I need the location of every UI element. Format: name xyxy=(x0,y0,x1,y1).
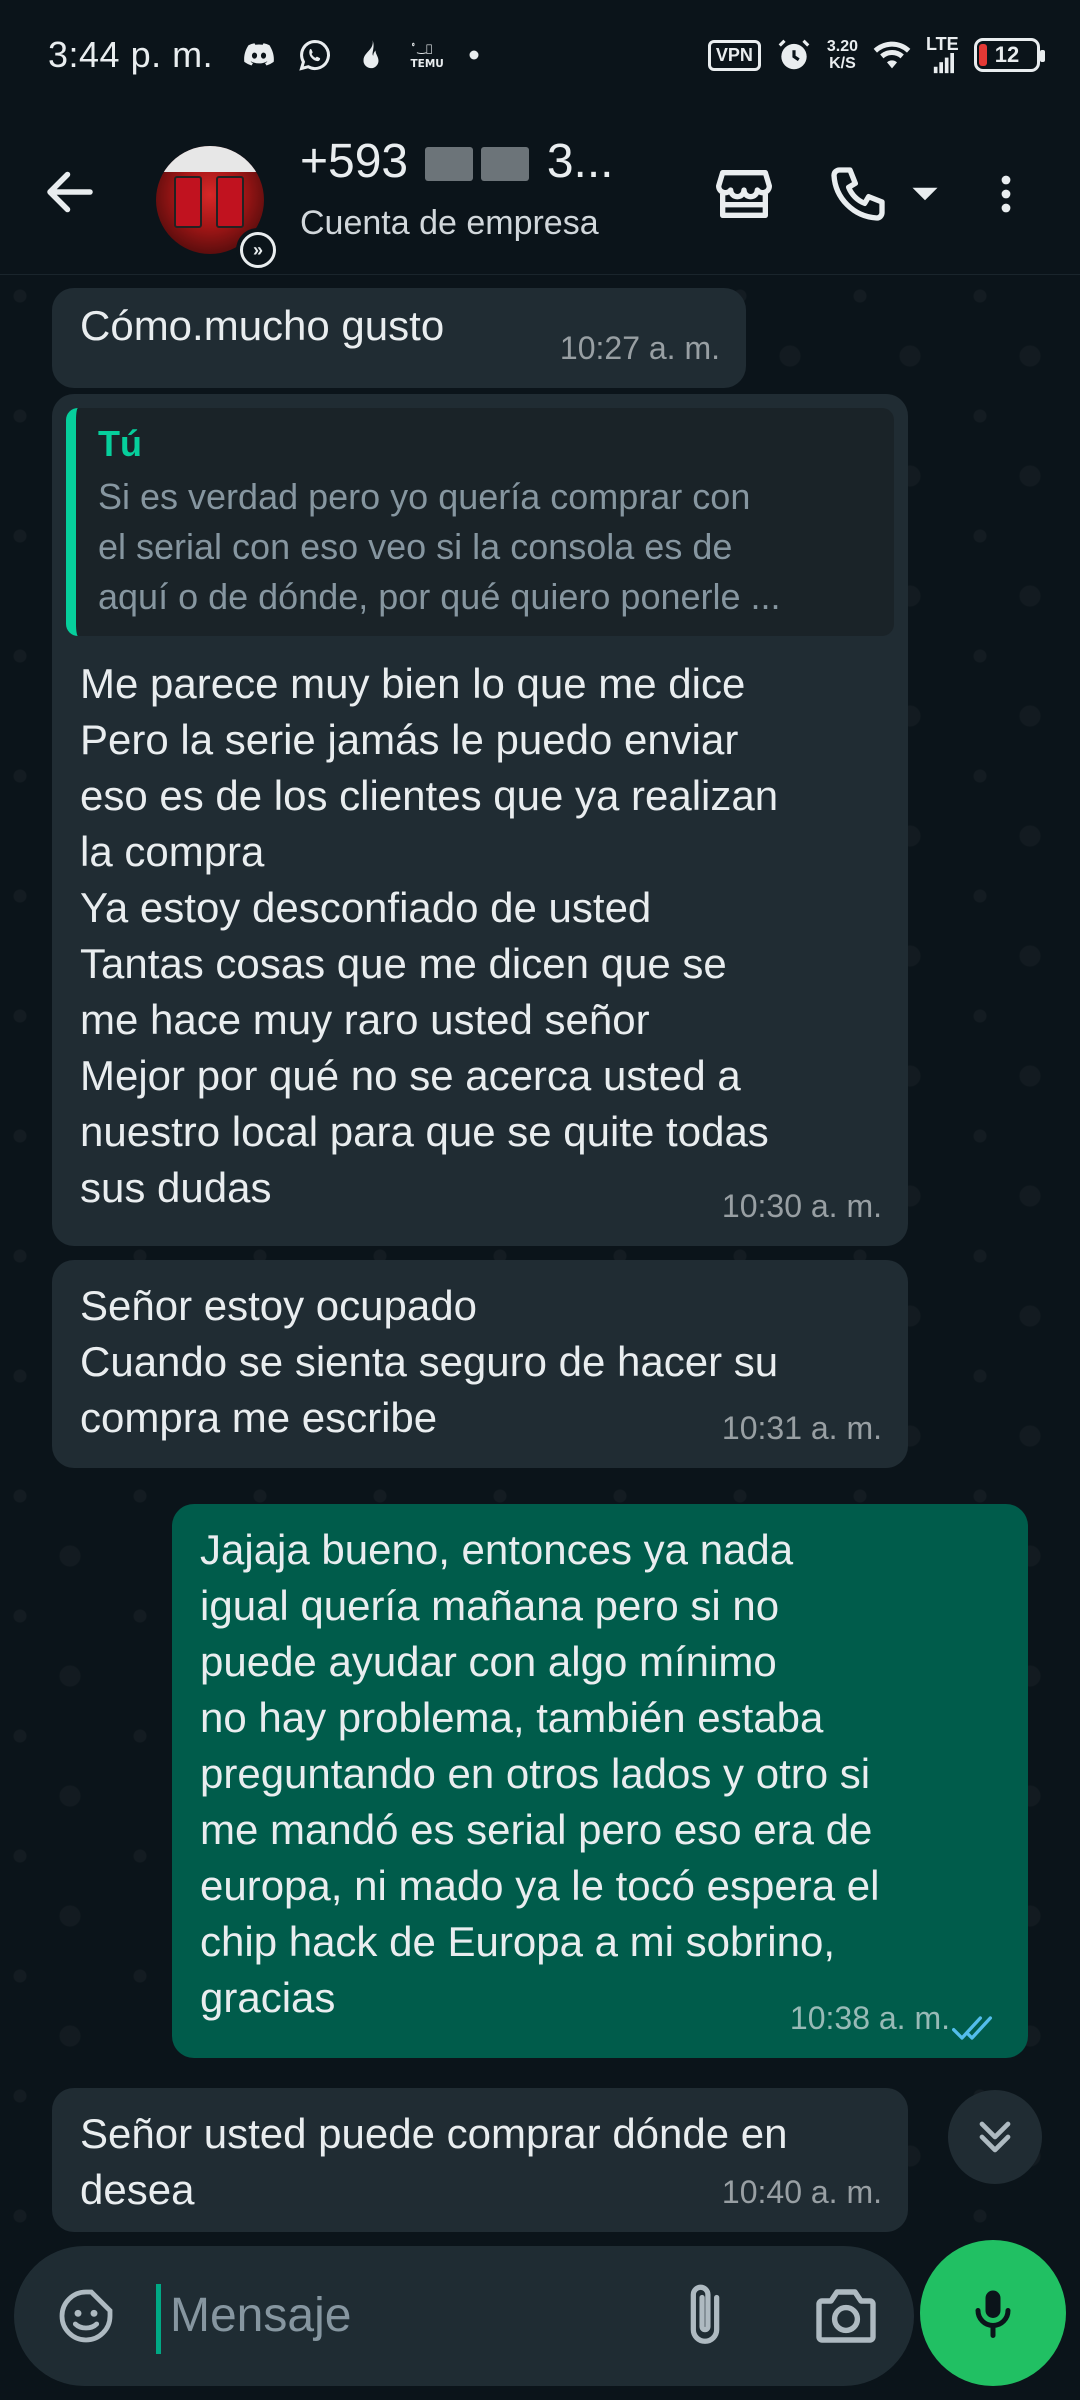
system-icons: VPN 3.20 K/S LTE 12 xyxy=(707,0,1045,110)
battery-level: 12 xyxy=(994,42,1020,67)
message-bubble-incoming[interactable]: Señor estoy ocupado Cuando se sienta seg… xyxy=(52,1260,908,1468)
vpn-badge: VPN xyxy=(707,39,761,71)
message-time: 10:27 a. m. xyxy=(559,330,720,366)
message-composer[interactable]: Mensaje xyxy=(14,2246,914,2386)
quoted-reply[interactable]: Tú Si es verdad pero yo quería comprar c… xyxy=(66,408,894,636)
voice-record-button[interactable] xyxy=(920,2240,1066,2386)
svg-text:TEMU: TEMU xyxy=(411,58,444,70)
message-time: 10:38 a. m. xyxy=(789,2000,950,2036)
wifi-icon xyxy=(873,41,911,69)
sticker-emoji-icon[interactable] xyxy=(54,2284,118,2348)
battery-indicator: 12 xyxy=(974,38,1045,72)
double-chevron-down-icon xyxy=(979,2121,1011,2153)
flame-icon xyxy=(363,40,379,69)
signal-icon xyxy=(933,53,954,74)
call-dropdown-icon[interactable] xyxy=(900,162,950,226)
quoted-line: aquí o de dónde, por qué quiero ponerle … xyxy=(98,576,781,617)
message-text: Me parece muy bien lo que me dice Pero l… xyxy=(80,660,779,1211)
contact-name-suffix: 3... xyxy=(546,135,614,188)
message-list[interactable]: Cómo.mucho gusto 10:27 a. m. Tú Si es ve… xyxy=(0,276,1080,2240)
quoted-text: Si es verdad pero yo quería comprar con … xyxy=(98,472,872,622)
svg-text:ﾟ‿ﾟ: ﾟ‿ﾟ xyxy=(412,42,432,55)
alarm-icon xyxy=(778,39,810,70)
business-badge-icon: » xyxy=(236,228,280,272)
message-time: 10:40 a. m. xyxy=(721,2174,882,2210)
network-speed: 3.20 K/S xyxy=(827,38,858,72)
redacted-block xyxy=(481,147,530,182)
microphone-icon xyxy=(975,2290,1011,2338)
network-speed-unit: K/S xyxy=(829,55,856,72)
whatsapp-icon xyxy=(299,39,331,71)
message-bubble-incoming[interactable]: Tú Si es verdad pero yo quería comprar c… xyxy=(52,394,908,1246)
phone-icon[interactable] xyxy=(826,162,890,226)
status-bar: 3:44 p. m. ﾟ‿ﾟ TEMU VPN 3.20 K/S LTE 12 xyxy=(0,0,1080,110)
message-text: Jajaja bueno, entonces ya nada igual que… xyxy=(200,1526,880,2021)
temu-icon: ﾟ‿ﾟ TEMU xyxy=(411,42,444,70)
more-options-icon[interactable] xyxy=(982,162,1030,226)
store-icon[interactable] xyxy=(712,162,776,226)
contact-subtitle: Cuenta de empresa xyxy=(300,204,599,242)
message-time: 10:30 a. m. xyxy=(721,1188,882,1224)
dot-icon xyxy=(469,50,479,60)
text-cursor xyxy=(156,2284,161,2354)
camera-icon[interactable] xyxy=(810,2280,882,2352)
contact-name-prefix: +593 xyxy=(300,135,409,188)
back-arrow-icon[interactable] xyxy=(40,162,100,222)
quoted-line: Si es verdad pero yo quería comprar con xyxy=(98,476,751,517)
read-receipt-icon xyxy=(952,2016,992,2040)
message-input[interactable]: Mensaje xyxy=(170,2288,351,2343)
redacted-block xyxy=(425,147,474,182)
quoted-author: Tú xyxy=(98,423,142,464)
network-type: LTE xyxy=(926,34,959,54)
message-time: 10:31 a. m. xyxy=(721,1410,882,1446)
message-bubble-incoming[interactable]: Cómo.mucho gusto 10:27 a. m. xyxy=(52,288,746,388)
message-bubble-incoming[interactable]: Señor usted puede comprar dónde en desea… xyxy=(52,2088,908,2232)
scroll-to-bottom-button[interactable] xyxy=(948,2090,1042,2184)
cellular-indicator: LTE xyxy=(926,35,960,75)
discord-icon xyxy=(244,43,274,66)
whatsapp-chat-screen: 3:44 p. m. ﾟ‿ﾟ TEMU VPN 3.20 K/S LTE 12 xyxy=(0,0,1080,2400)
status-time: 3:44 p. m. xyxy=(48,34,214,75)
chat-header: » +593 3... Cuenta de empresa xyxy=(0,110,1080,275)
notification-icons: ﾟ‿ﾟ TEMU xyxy=(241,37,483,73)
contact-name[interactable]: +593 3... xyxy=(300,134,614,189)
attach-icon[interactable] xyxy=(670,2280,740,2350)
quoted-line: el serial con eso veo si la consola es d… xyxy=(98,526,733,567)
network-speed-value: 3.20 xyxy=(826,38,858,55)
message-bubble-outgoing[interactable]: Jajaja bueno, entonces ya nada igual que… xyxy=(172,1504,1028,2058)
